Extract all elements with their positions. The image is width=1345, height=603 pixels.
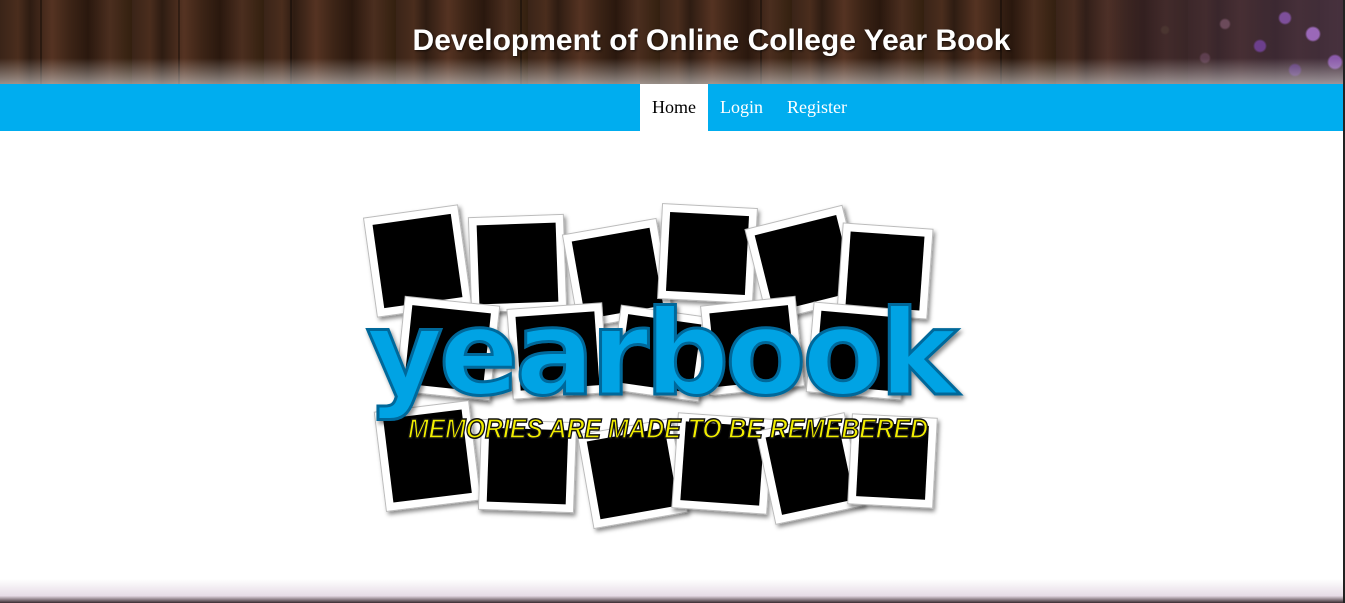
logo-word: yearbook xyxy=(366,284,960,422)
main-nav: Home Login Register xyxy=(0,84,1343,131)
bottom-fade-bar xyxy=(0,579,1343,603)
logo-tagline: MEMORIES ARE MADE TO BE REMEBERED xyxy=(408,413,928,444)
nav-item-register[interactable]: Register xyxy=(775,84,859,131)
main-content: yearbook MEMORIES ARE MADE TO BE REMEBER… xyxy=(0,131,1343,581)
site-header: Development of Online College Year Book xyxy=(0,0,1343,84)
nav-item-home[interactable]: Home xyxy=(640,84,708,131)
site-title: Development of Online College Year Book xyxy=(412,24,1011,57)
page-frame: Development of Online College Year Book … xyxy=(0,0,1345,603)
nav-item-login[interactable]: Login xyxy=(708,84,775,131)
yearbook-logo-image: yearbook MEMORIES ARE MADE TO BE REMEBER… xyxy=(362,203,966,530)
nav-list: Home Login Register xyxy=(640,84,859,131)
